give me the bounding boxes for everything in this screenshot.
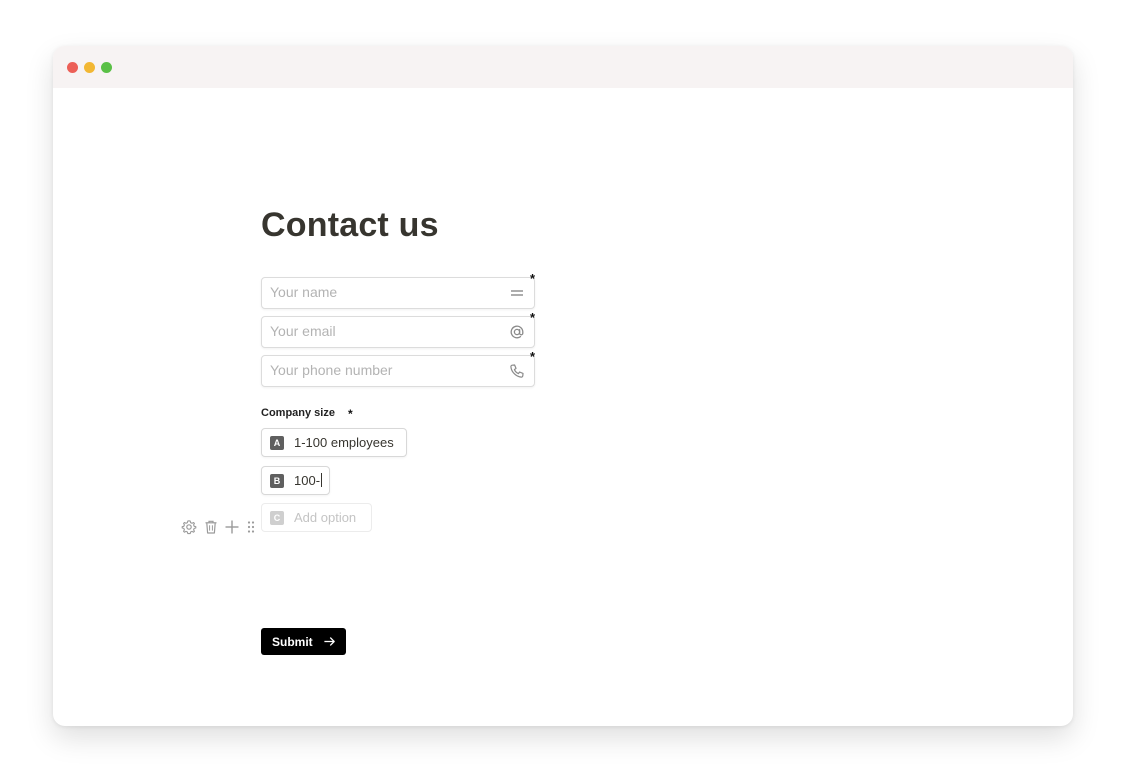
phone-field[interactable] (261, 355, 535, 387)
name-field[interactable] (261, 277, 535, 309)
phone-input[interactable] (262, 356, 500, 384)
option-label[interactable]: 1-100 employees (294, 435, 394, 450)
choice-option-a[interactable]: A 1-100 employees (261, 428, 407, 457)
name-required-mark: * (530, 271, 536, 286)
email-input[interactable] (262, 317, 500, 345)
option-key-badge: B (270, 474, 284, 488)
option-label-text[interactable]: 100- (294, 473, 320, 488)
phone-icon (510, 364, 524, 378)
window-titlebar (53, 46, 1073, 88)
company-size-required-mark: * (348, 407, 353, 421)
settings-icon[interactable] (181, 519, 197, 535)
close-window-button[interactable] (67, 62, 78, 73)
phone-required-mark: * (530, 349, 536, 364)
email-required-mark: * (530, 310, 536, 325)
plus-icon[interactable] (224, 519, 240, 535)
submit-button[interactable]: Submit (261, 628, 346, 655)
option-key-badge: C (270, 511, 284, 525)
minimize-window-button[interactable] (84, 62, 95, 73)
text-caret (321, 473, 323, 487)
form-canvas: Contact us * * * Compa (53, 88, 1073, 726)
maximize-window-button[interactable] (101, 62, 112, 73)
add-option-button[interactable]: C Add option (261, 503, 372, 532)
company-size-label[interactable]: Company size (261, 407, 335, 419)
option-key-badge: A (270, 436, 284, 450)
page-title[interactable]: Contact us (261, 206, 439, 245)
email-field[interactable] (261, 316, 535, 348)
name-input[interactable] (262, 278, 500, 306)
short-text-icon (511, 290, 523, 296)
arrow-right-icon (324, 637, 335, 646)
trash-icon[interactable] (203, 519, 219, 535)
browser-window: Contact us * * * Compa (53, 46, 1073, 726)
add-option-label: Add option (294, 510, 357, 525)
drag-handle-icon[interactable] (243, 519, 259, 535)
at-sign-icon (510, 325, 524, 339)
choice-option-b[interactable]: B 100- (261, 466, 330, 495)
option-label-editing[interactable]: 100- (294, 473, 323, 488)
submit-label: Submit (272, 634, 313, 649)
